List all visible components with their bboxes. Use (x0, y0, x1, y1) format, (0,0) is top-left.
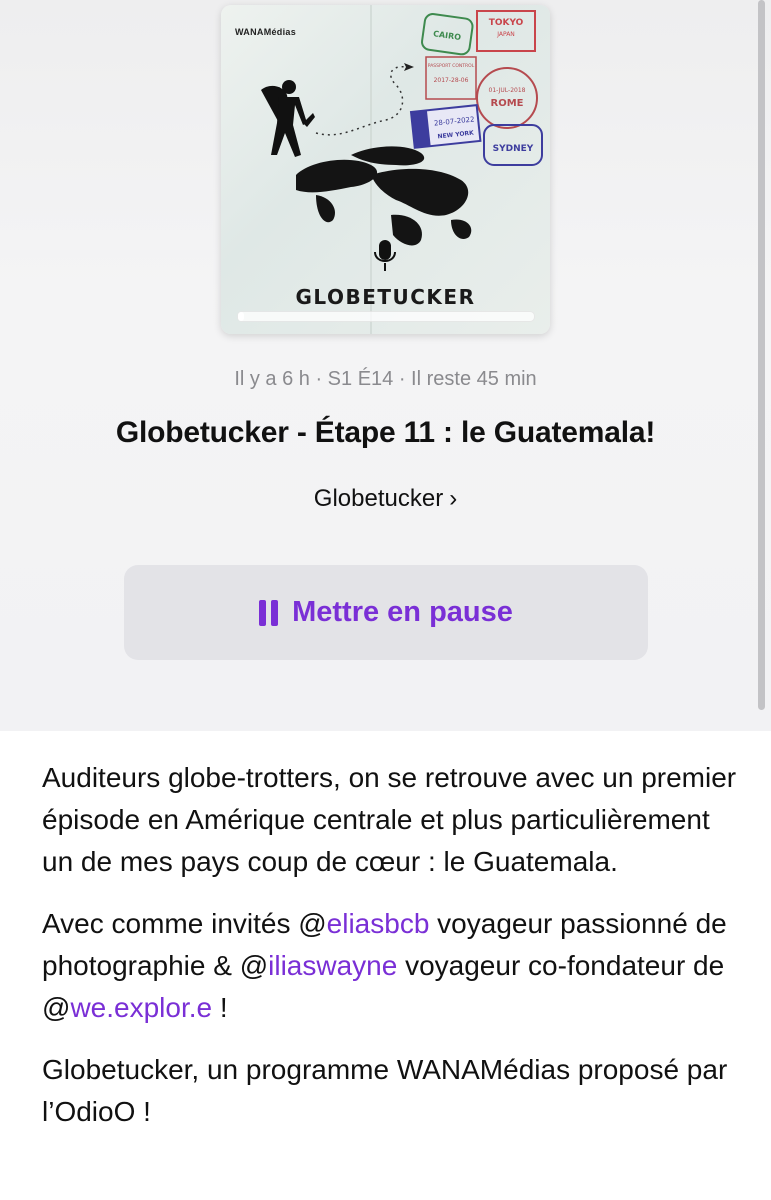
playback-progress-fill (238, 312, 244, 321)
svg-text:2017-28-06: 2017-28-06 (434, 77, 469, 84)
description-text: ! (212, 992, 228, 1023)
stamp-tokyo: TOKYO JAPAN (476, 10, 536, 52)
svg-text:ROME: ROME (491, 98, 524, 109)
svg-text:JAPAN: JAPAN (496, 31, 515, 38)
description-paragraph-1: Auditeurs globe-trotters, on se retrouve… (42, 762, 737, 877)
pause-icon (259, 599, 279, 626)
show-name: Globetucker (313, 485, 444, 512)
episode-meta: Il y a 6 h · S1 É14 · Il reste 45 min (234, 368, 537, 390)
mention-link-we-explor-e[interactable]: we.explor.e (70, 992, 212, 1023)
stamp-passport-control: PASSPORT CONTROL 2017-28-06 (425, 56, 477, 100)
svg-text:SYDNEY: SYDNEY (493, 144, 534, 154)
description-paragraph-3: Globetucker, un programme WANAMédias pro… (42, 1054, 728, 1127)
artwork-title: GLOBETUCKER (295, 285, 476, 309)
stamp-cairo: CAIRO (421, 13, 474, 56)
episode-description: Auditeurs globe-trotters, on se retrouve… (42, 757, 742, 1153)
description-paragraph-2: Avec comme invités @eliasbcb voyageur pa… (42, 903, 742, 1029)
artwork-brand-logo: WANAMédias (235, 27, 297, 37)
playback-progress-bar[interactable] (237, 311, 535, 322)
stamp-new-york: 28-07-2022 NEW YORK (409, 104, 482, 149)
show-link[interactable]: Globetucker › (0, 485, 771, 513)
description-text: Avec comme invités @ (42, 908, 327, 939)
mention-link-iliaswayne[interactable]: iliaswayne (268, 950, 397, 981)
episode-artwork[interactable]: CAIRO TOKYO JAPAN PASSPORT CONTROL 2017-… (221, 5, 550, 334)
svg-text:01-JUL-2018: 01-JUL-2018 (489, 87, 526, 94)
scrollbar[interactable] (758, 0, 765, 710)
episode-title: Globetucker - Étape 11 : le Guatemala! (115, 416, 656, 449)
svg-text:CAIRO: CAIRO (433, 29, 462, 42)
chevron-right-icon: › (449, 485, 458, 512)
svg-text:PASSPORT CONTROL: PASSPORT CONTROL (428, 63, 475, 69)
world-map-silhouette (296, 146, 472, 246)
pause-button[interactable]: Mettre en pause (124, 565, 648, 660)
microphone-illustration (374, 240, 396, 271)
svg-text:TOKYO: TOKYO (489, 18, 524, 28)
mention-link-eliasbcb[interactable]: eliasbcb (327, 908, 430, 939)
stamp-rome: 01-JUL-2018 ROME (476, 67, 538, 129)
pause-button-label: Mettre en pause (292, 596, 513, 628)
hiker-silhouette (261, 80, 315, 157)
stamp-sydney: SYDNEY (483, 124, 543, 166)
